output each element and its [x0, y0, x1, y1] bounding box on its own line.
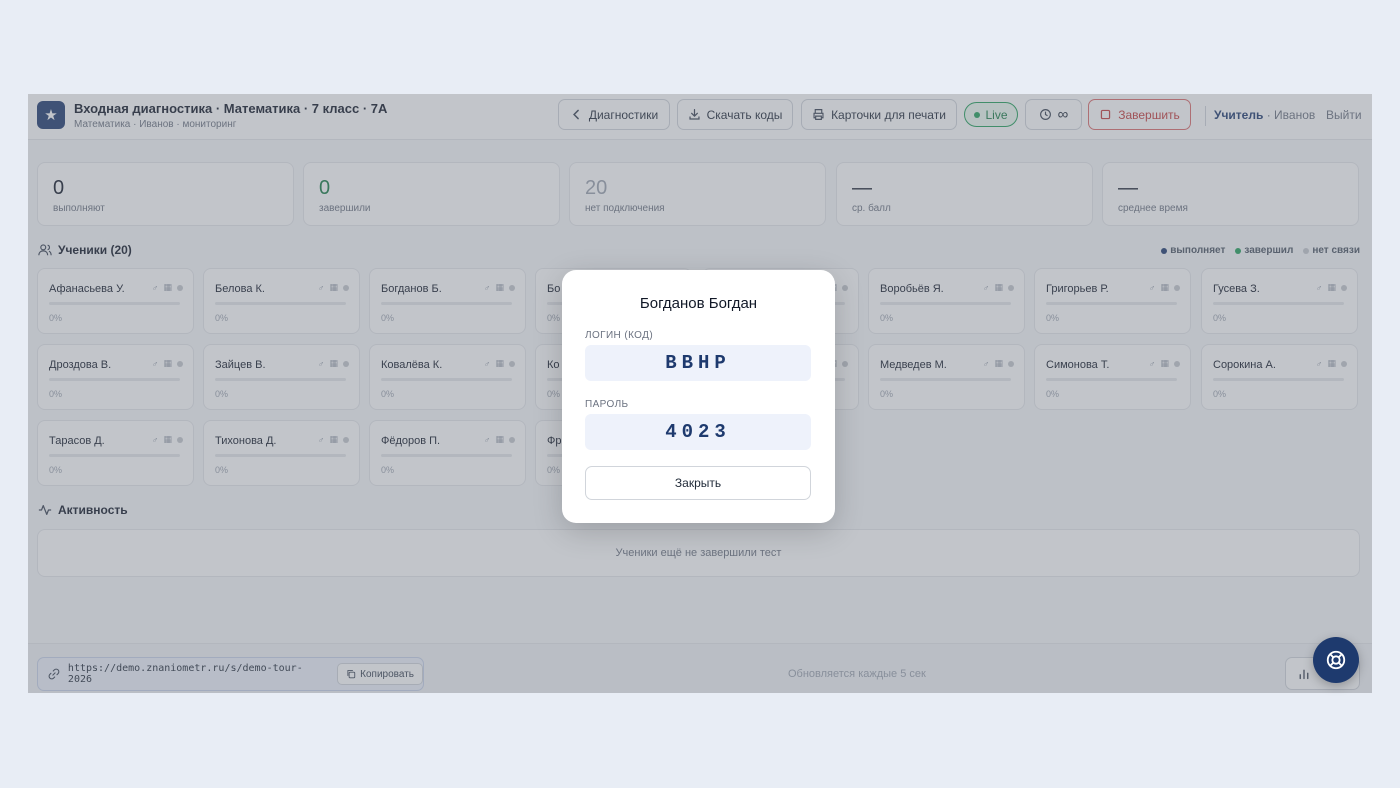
modal-title: Богданов Богдан [639, 295, 758, 312]
help-button[interactable] [1313, 637, 1359, 683]
password-label: ПАРОЛЬ [585, 399, 629, 410]
student-credentials-modal: Богданов Богдан ЛОГИН (КОД) BBHP ПАРОЛЬ … [562, 270, 835, 523]
password-value: 4023 [585, 414, 811, 450]
login-label: ЛОГИН (КОД) [585, 330, 654, 341]
login-code-value: BBHP [585, 345, 811, 381]
modal-backdrop-top[interactable] [28, 94, 1372, 141]
close-modal-button[interactable]: Закрыть [585, 466, 811, 500]
lifebuoy-icon [1326, 650, 1346, 670]
